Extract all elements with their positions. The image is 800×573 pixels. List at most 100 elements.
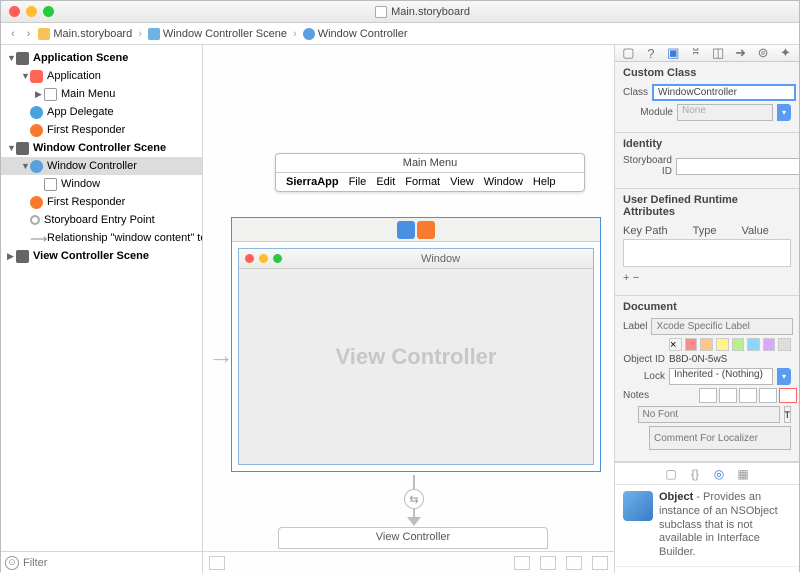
library-item[interactable]: Object - Provides an instance of an NSOb… — [615, 485, 799, 567]
font-field[interactable] — [638, 406, 780, 423]
library-list[interactable]: Object - Provides an instance of an NSOb… — [615, 485, 799, 573]
nav-back-button[interactable]: ‹ — [7, 28, 19, 40]
media-library-tab[interactable]: ▦ — [735, 467, 751, 481]
menu-item[interactable]: Format — [405, 176, 440, 188]
storyboard-id-field[interactable] — [676, 158, 799, 175]
scene-row[interactable]: ▼Application Scene — [1, 49, 202, 67]
module-field[interactable]: None — [677, 104, 773, 121]
align-center-button[interactable] — [719, 388, 737, 403]
align-right-button[interactable] — [739, 388, 757, 403]
menu-item[interactable]: Help — [533, 176, 556, 188]
doc-label-field[interactable] — [651, 318, 793, 335]
menu-item[interactable]: SierraApp — [286, 176, 339, 188]
menu-item[interactable]: Window — [484, 176, 523, 188]
attributes-inspector-tab[interactable]: ⎶ — [687, 45, 705, 61]
filter-scope-button[interactable]: ⊙ — [5, 556, 19, 570]
outline-item[interactable]: Window — [1, 175, 202, 193]
color-swatch[interactable] — [732, 338, 745, 351]
library-item[interactable]: View Controller - A controller that mana… — [615, 567, 799, 573]
close-button[interactable] — [9, 6, 20, 17]
document-outline: ▼Application Scene ▼Application ▶Main Me… — [1, 45, 203, 573]
connections-inspector-tab[interactable]: ➜ — [732, 45, 750, 61]
crumb-file[interactable]: Main.storyboard — [38, 28, 132, 40]
menu-item[interactable]: View — [450, 176, 474, 188]
font-picker-button[interactable]: T — [784, 406, 792, 423]
nav-forward-button[interactable]: › — [23, 28, 35, 40]
placeholder-label: View Controller — [336, 344, 497, 370]
application-icon — [30, 70, 43, 83]
udra-table[interactable] — [623, 239, 791, 267]
ib-canvas: Main Menu SierraApp File Edit Format Vie… — [203, 45, 614, 573]
main-menu-object[interactable]: Main Menu SierraApp File Edit Format Vie… — [275, 153, 585, 192]
scene-row[interactable]: ▼Window Controller Scene — [1, 139, 202, 157]
outline-item[interactable]: App Delegate — [1, 103, 202, 121]
outline-item[interactable]: ⟶Relationship "window content" to "... — [1, 229, 202, 247]
zoom-button[interactable] — [43, 6, 54, 17]
color-swatch[interactable] — [700, 338, 713, 351]
segue-indicator[interactable]: ⇆ — [404, 489, 424, 509]
storyboard-icon — [38, 28, 50, 40]
outline-item[interactable]: First Responder — [1, 193, 202, 211]
entry-point-arrow[interactable]: → — [208, 340, 234, 371]
minimize-button[interactable] — [26, 6, 37, 17]
color-swatch[interactable] — [747, 338, 760, 351]
crumb-separator: › — [138, 28, 142, 40]
traffic-lights — [9, 6, 54, 17]
class-field[interactable] — [652, 84, 796, 101]
pin-button[interactable] — [540, 556, 556, 570]
window-controller-scene[interactable]: Window View Controller — [231, 217, 601, 472]
outline-item[interactable]: Storyboard Entry Point — [1, 211, 202, 229]
color-swatch[interactable] — [778, 338, 791, 351]
color-swatch[interactable] — [716, 338, 729, 351]
crumb-object[interactable]: Window Controller — [303, 28, 408, 40]
bindings-inspector-tab[interactable]: ⊜ — [754, 45, 772, 61]
crumb-separator: › — [293, 28, 297, 40]
object-id-label: Object ID — [623, 354, 665, 365]
udra-remove-button[interactable]: − — [633, 272, 639, 284]
text-color-button[interactable] — [779, 388, 797, 403]
embed-button[interactable] — [592, 556, 608, 570]
outline-item-selected[interactable]: ▼Window Controller — [1, 157, 202, 175]
first-responder-icon — [30, 196, 43, 209]
size-inspector-tab[interactable]: ◫ — [709, 45, 727, 61]
menu-item[interactable]: File — [349, 176, 367, 188]
window-controller-icon[interactable] — [397, 221, 415, 239]
scene-row[interactable]: ▶View Controller Scene — [1, 247, 202, 265]
udra-add-button[interactable]: + — [623, 272, 629, 284]
menu-item[interactable]: Edit — [376, 176, 395, 188]
window-object[interactable]: Window View Controller — [238, 248, 594, 465]
outline-item[interactable]: ▶Main Menu — [1, 85, 202, 103]
outline-tree[interactable]: ▼Application Scene ▼Application ▶Main Me… — [1, 45, 202, 551]
crumb-scene[interactable]: Window Controller Scene — [148, 28, 287, 40]
lock-dropdown[interactable]: Inherited - (Nothing) — [669, 368, 773, 385]
file-templates-tab[interactable]: ▢ — [663, 467, 679, 481]
localizer-comment-field[interactable] — [649, 426, 791, 450]
first-responder-icon[interactable] — [417, 221, 435, 239]
resolve-button[interactable] — [566, 556, 582, 570]
doc-label-label: Label — [623, 321, 647, 332]
view-controller-stub[interactable]: View Controller — [278, 527, 548, 549]
outline-item[interactable]: ▼Application — [1, 67, 202, 85]
outline-item[interactable]: First Responder — [1, 121, 202, 139]
identity-section: Identity Storyboard ID — [615, 133, 799, 189]
file-inspector-tab[interactable]: ▢ — [619, 45, 637, 61]
scene-icon — [16, 142, 29, 155]
help-inspector-tab[interactable]: ? — [642, 45, 660, 61]
module-dropdown-button[interactable]: ▾ — [777, 104, 791, 121]
outline-filter-input[interactable] — [23, 557, 198, 569]
section-heading: Document — [623, 301, 791, 313]
color-swatch[interactable] — [763, 338, 776, 351]
class-label: Class — [623, 87, 648, 98]
color-swatch-none[interactable]: × — [669, 338, 682, 351]
object-library-tab[interactable]: ◎ — [711, 467, 727, 481]
color-swatch[interactable] — [685, 338, 698, 351]
code-snippets-tab[interactable]: {} — [687, 467, 703, 481]
toggle-outline-button[interactable] — [209, 556, 225, 570]
align-button[interactable] — [514, 556, 530, 570]
effects-inspector-tab[interactable]: ✦ — [777, 45, 795, 61]
lock-dropdown-button[interactable]: ▾ — [777, 368, 791, 385]
align-justify-button[interactable] — [759, 388, 777, 403]
identity-inspector-tab[interactable]: ▣ — [664, 45, 682, 61]
canvas-body[interactable]: Main Menu SierraApp File Edit Format Vie… — [203, 45, 614, 551]
align-left-button[interactable] — [699, 388, 717, 403]
